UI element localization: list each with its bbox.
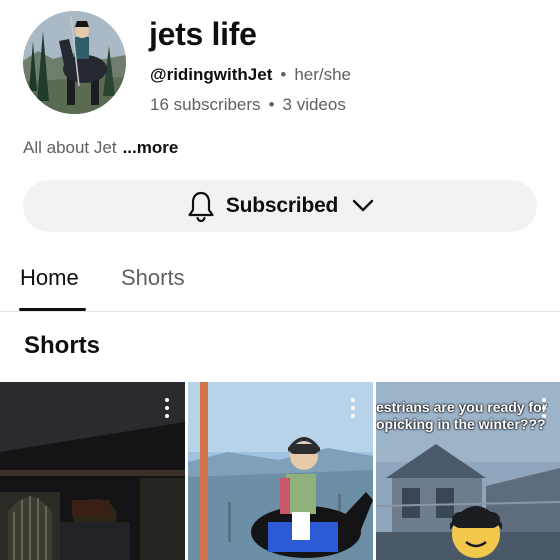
bell-icon (188, 191, 214, 223)
tab-home[interactable]: Home (20, 265, 79, 291)
channel-tabs: Home Shorts (0, 255, 560, 312)
section-title-shorts: Shorts (24, 332, 101, 359)
short-thumbnail[interactable] (188, 382, 373, 560)
short-thumbnail[interactable] (0, 382, 185, 560)
short-thumbnail-image (188, 382, 373, 560)
video-count: 3 videos (282, 95, 346, 114)
about-text: All about Jet (23, 138, 117, 157)
separator-dot: • (280, 65, 287, 84)
chevron-down-icon (352, 199, 374, 212)
subscribed-button[interactable]: Subscribed (23, 180, 537, 232)
active-tab-indicator (19, 308, 86, 311)
tab-shorts[interactable]: Shorts (121, 265, 185, 291)
subscribed-label: Subscribed (225, 194, 339, 217)
short-caption-line: opicking in the winter??? (376, 416, 546, 432)
more-options-icon[interactable] (163, 398, 171, 420)
subscriber-count: 16 subscribers (150, 95, 261, 114)
short-thumbnail-image (0, 382, 185, 560)
channel-handle-line: @ridingwithJet • her/she (150, 64, 351, 86)
more-options-icon[interactable] (540, 398, 548, 420)
more-options-icon[interactable] (349, 398, 357, 420)
more-link[interactable]: ...more (123, 138, 179, 157)
channel-pronouns: her/she (294, 65, 352, 84)
short-thumbnail[interactable]: estrians are you ready for opicking in t… (376, 382, 560, 560)
short-caption: estrians are you ready for opicking in t… (376, 399, 560, 433)
avatar-image (23, 11, 126, 114)
separator-dot: • (268, 95, 275, 114)
channel-name: jets life (149, 16, 257, 52)
channel-description[interactable]: All about Jet ...more (23, 137, 178, 159)
channel-handle: @ridingwithJet (150, 65, 273, 84)
short-caption-line: estrians are you ready for (376, 399, 548, 415)
channel-stats-line: 16 subscribers • 3 videos (150, 94, 346, 116)
channel-avatar[interactable] (23, 11, 126, 114)
